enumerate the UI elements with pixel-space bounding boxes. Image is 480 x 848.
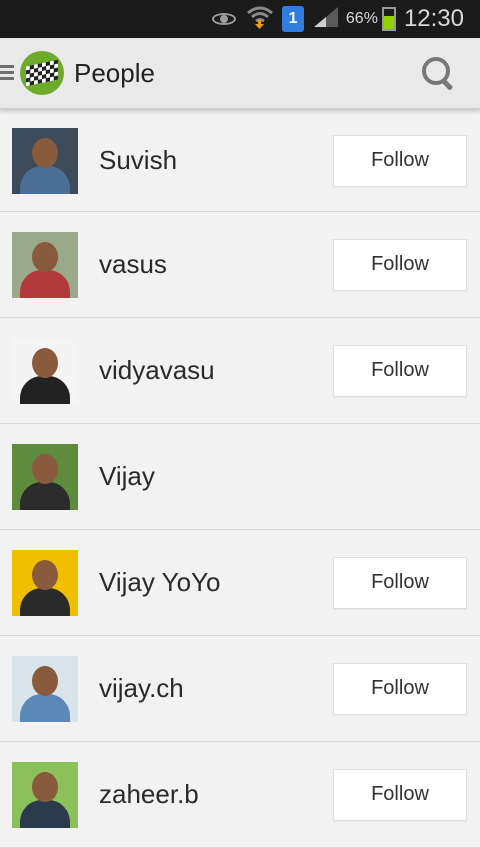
battery-icon — [381, 7, 396, 31]
follow-button[interactable]: Follow — [333, 768, 467, 821]
person-name[interactable]: Suvish — [99, 145, 177, 176]
wifi-download-icon — [246, 4, 274, 34]
action-bar: People — [0, 38, 480, 110]
eye-icon — [211, 11, 238, 27]
notification-1-icon: 1 — [281, 6, 304, 32]
person-name[interactable]: vidyavasu — [99, 355, 215, 386]
avatar[interactable] — [12, 231, 78, 298]
app-logo-icon[interactable] — [20, 51, 64, 95]
search-icon[interactable] — [418, 53, 458, 93]
menu-icon[interactable] — [0, 65, 14, 81]
person-name[interactable]: Vijay YoYo — [99, 567, 220, 598]
battery-percent: 66% — [345, 10, 378, 27]
people-list: Suvish Follow vasus Follow vidyavasu Follow Vi… — [0, 110, 480, 848]
person-row[interactable]: Vijay — [0, 424, 480, 530]
person-row[interactable]: vidyavasu Follow — [0, 318, 480, 424]
status-bar: 1 66% 12:30 — [0, 0, 480, 38]
person-row[interactable]: Suvish Follow — [0, 110, 480, 212]
avatar[interactable] — [12, 655, 78, 722]
avatar[interactable] — [12, 761, 78, 828]
avatar[interactable] — [12, 337, 78, 404]
avatar[interactable] — [12, 549, 78, 616]
person-name[interactable]: vijay.ch — [99, 673, 184, 704]
status-time: 12:30 — [403, 5, 464, 32]
person-name[interactable]: Vijay — [99, 461, 155, 492]
person-row[interactable]: zaheer.b Follow — [0, 742, 480, 848]
signal-icon — [312, 5, 340, 33]
avatar[interactable] — [12, 127, 78, 194]
person-name[interactable]: vasus — [99, 249, 167, 280]
follow-button[interactable]: Follow — [333, 556, 467, 609]
person-row[interactable]: vasus Follow — [0, 212, 480, 318]
follow-button[interactable]: Follow — [333, 662, 467, 715]
person-row[interactable]: vijay.ch Follow — [0, 636, 480, 742]
person-name[interactable]: zaheer.b — [99, 779, 199, 810]
battery-level — [383, 15, 394, 29]
avatar[interactable] — [12, 443, 78, 510]
follow-button[interactable]: Follow — [333, 344, 467, 397]
follow-button[interactable]: Follow — [333, 238, 467, 291]
follow-button[interactable]: Follow — [333, 134, 467, 187]
person-row[interactable]: Vijay YoYo Follow — [0, 530, 480, 636]
page-title: People — [74, 57, 155, 88]
